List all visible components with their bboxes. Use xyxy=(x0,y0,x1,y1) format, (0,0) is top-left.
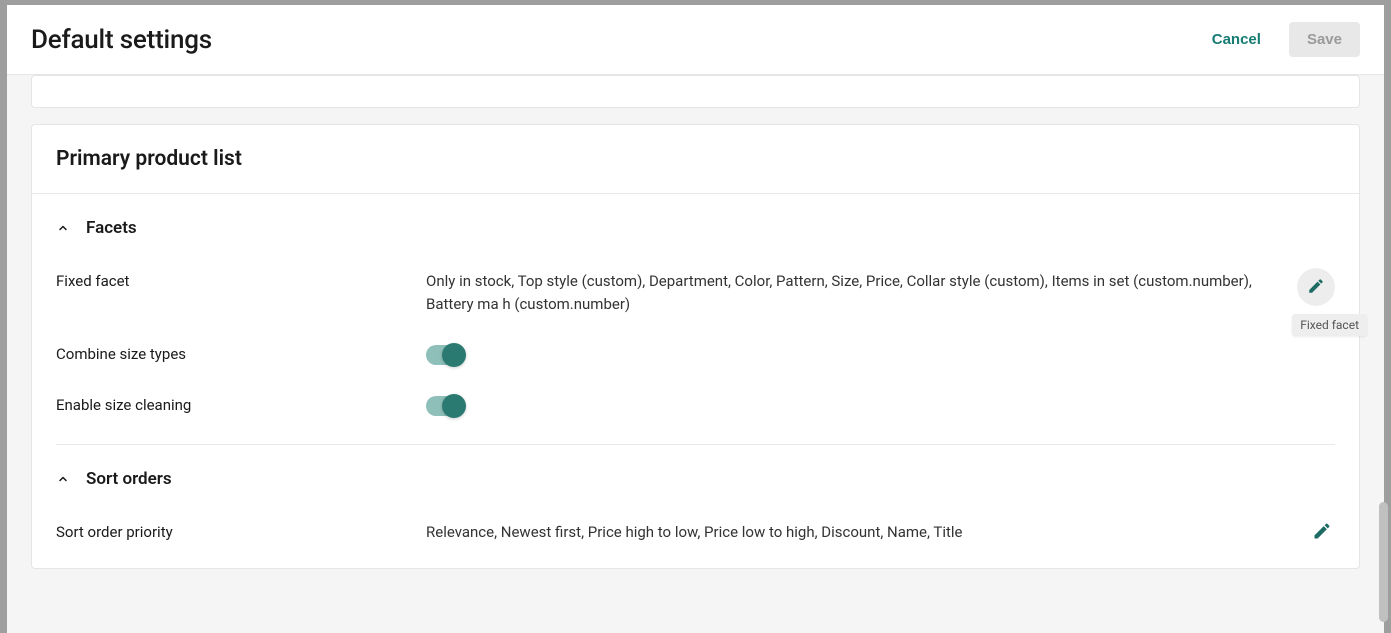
scrollbar-thumb[interactable] xyxy=(1379,502,1388,622)
save-button[interactable]: Save xyxy=(1289,22,1360,57)
sort-order-priority-label: Sort order priority xyxy=(56,521,426,541)
toggle-knob xyxy=(442,394,466,418)
primary-product-list-card: Primary product list Facets Fixed facet … xyxy=(31,124,1360,569)
sort-order-priority-value: Relevance, Newest first, Price high to l… xyxy=(426,521,1335,544)
cancel-button[interactable]: Cancel xyxy=(1208,23,1265,56)
facets-section-header[interactable]: Facets xyxy=(56,194,1335,256)
fixed-facet-action: Fixed facet xyxy=(1297,268,1335,306)
fixed-facet-label: Fixed facet xyxy=(56,270,426,290)
modal-title: Default settings xyxy=(31,25,212,55)
sort-orders-section-title: Sort orders xyxy=(86,469,172,489)
enable-size-cleaning-toggle[interactable] xyxy=(426,396,462,416)
combine-size-value xyxy=(426,343,1335,366)
previous-card-stub xyxy=(31,75,1360,108)
combine-size-label: Combine size types xyxy=(56,343,426,363)
modal-header: Default settings Cancel Save xyxy=(7,5,1384,75)
sort-order-priority-action xyxy=(1303,513,1341,551)
facets-section: Facets Fixed facet Only in stock, Top st… xyxy=(32,194,1359,568)
edit-fixed-facet-button[interactable] xyxy=(1297,268,1335,306)
modal-body: Primary product list Facets Fixed facet … xyxy=(7,75,1384,633)
fixed-facet-row: Fixed facet Only in stock, Top style (cu… xyxy=(56,256,1335,329)
settings-modal: Default settings Cancel Save Primary pro… xyxy=(7,5,1384,633)
fixed-facet-value: Only in stock, Top style (custom), Depar… xyxy=(426,270,1335,315)
card-title: Primary product list xyxy=(32,125,1359,194)
pencil-icon xyxy=(1312,521,1332,544)
chevron-up-icon xyxy=(56,472,70,486)
enable-size-cleaning-row: Enable size cleaning xyxy=(56,380,1335,431)
enable-size-cleaning-label: Enable size cleaning xyxy=(56,394,426,414)
sort-orders-section-header[interactable]: Sort orders xyxy=(56,445,1335,507)
chevron-up-icon xyxy=(56,221,70,235)
facets-section-title: Facets xyxy=(86,218,137,238)
combine-size-toggle[interactable] xyxy=(426,345,462,365)
pencil-icon xyxy=(1307,277,1325,298)
toggle-knob xyxy=(442,343,466,367)
combine-size-row: Combine size types xyxy=(56,329,1335,380)
edit-sort-order-button[interactable] xyxy=(1303,513,1341,551)
enable-size-cleaning-value xyxy=(426,394,1335,417)
modal-actions: Cancel Save xyxy=(1208,22,1360,57)
sort-order-priority-row: Sort order priority Relevance, Newest fi… xyxy=(56,507,1335,568)
